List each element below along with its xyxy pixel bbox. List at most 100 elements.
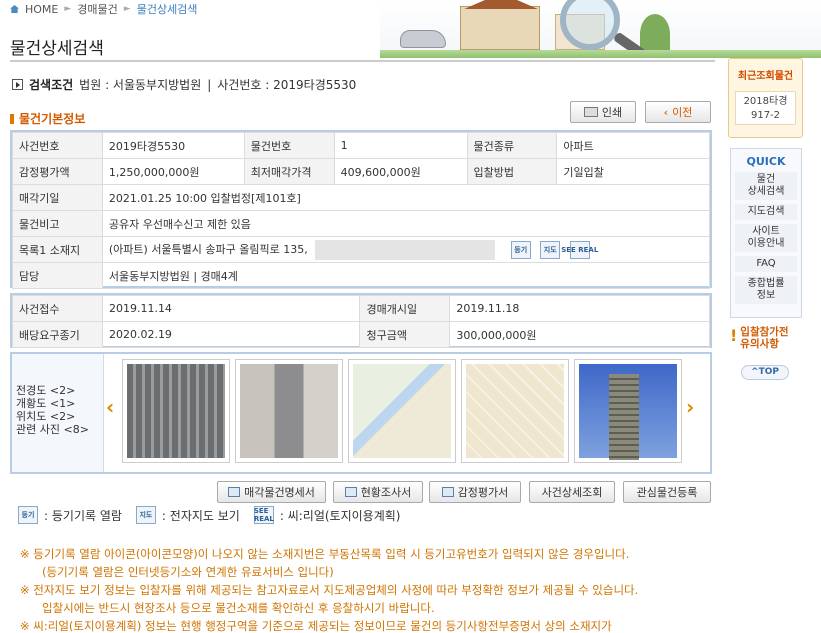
section-title-basic-info: 물건기본정보 bbox=[10, 110, 85, 127]
table-row: 담당 서울동부지방법원 | 경매4계 bbox=[12, 262, 711, 289]
back-label: 이전 bbox=[672, 106, 693, 119]
bid-caution-line: 유의사항 bbox=[740, 338, 779, 350]
legend-map: : 전자지도 보기 bbox=[161, 508, 240, 523]
notice-item: ※ 등기기록 열람 아이콘(아이콘모양)이 나오지 않는 소재지번은 부동산목록… bbox=[20, 547, 630, 561]
quick-item-map-search[interactable]: 지도검색 bbox=[735, 204, 797, 220]
photo-category-list: 전경도 <2> 개황도 <1> 위치도 <2> 관련 사진 <8> bbox=[16, 384, 89, 436]
photo-thumbnail[interactable] bbox=[348, 359, 456, 463]
chevron-left-icon[interactable]: ‹ bbox=[106, 395, 114, 419]
quick-menu: QUICK 물건 상세검색 지도검색 사이트 이용안내 FAQ 종합법률 정보 bbox=[730, 148, 802, 318]
quick-item-site-guide[interactable]: 사이트 이용안내 bbox=[735, 224, 797, 252]
value-manager: 서울동부지방법원 | 경매4계 bbox=[101, 262, 711, 289]
value-start: 2019.11.18 bbox=[449, 295, 710, 322]
value-address: (아파트) 서울특별시 송파구 올림픽로 135, bbox=[108, 242, 308, 256]
photo-category[interactable]: 개황도 <1> bbox=[16, 397, 89, 410]
exclamation-icon: ! bbox=[730, 326, 738, 345]
bid-caution-line: 입찰참가전 bbox=[740, 326, 789, 338]
document-icon bbox=[344, 487, 357, 497]
photo-category[interactable]: 전경도 <2> bbox=[16, 384, 89, 397]
label-sale-date: 매각기일 bbox=[12, 184, 103, 211]
notice-list: ※ 등기기록 열람 아이콘(아이콘모양)이 나오지 않는 소재지번은 부동산목록… bbox=[20, 545, 638, 633]
label-bid-method: 입찰방법 bbox=[466, 158, 558, 185]
label-item-no: 물건번호 bbox=[243, 132, 335, 159]
value-item-no: 1 bbox=[333, 132, 468, 159]
scroll-top-label: TOP bbox=[758, 367, 779, 377]
table-row: 물건비고 공유자 우선매수신고 제한 있음 bbox=[12, 210, 711, 237]
quick-item-faq[interactable]: FAQ bbox=[735, 256, 797, 272]
label-remarks: 물건비고 bbox=[12, 210, 103, 237]
quick-item-legal-info[interactable]: 종합법률 정보 bbox=[735, 276, 797, 304]
recent-item-line: 917-2 bbox=[750, 110, 781, 121]
quick-menu-title: QUICK bbox=[746, 155, 786, 168]
label-claim: 청구금액 bbox=[359, 321, 451, 348]
redacted-address bbox=[315, 239, 496, 260]
photo-category[interactable]: 위치도 <2> bbox=[16, 410, 89, 423]
value-remarks: 공유자 우선매수신고 제한 있음 bbox=[101, 210, 711, 237]
value-dividend: 2020.02.19 bbox=[101, 321, 361, 348]
quick-item-label: 정보 bbox=[756, 290, 776, 301]
back-button[interactable]: ‹ 이전 bbox=[645, 101, 711, 123]
breadcrumb-level1[interactable]: 경매물건 bbox=[77, 1, 117, 17]
breadcrumb-home[interactable]: HOME bbox=[25, 3, 58, 16]
label-manager: 담당 bbox=[12, 262, 103, 289]
search-court: 법원 : 서울동부지방법원 bbox=[79, 78, 202, 92]
home-icon[interactable] bbox=[10, 5, 19, 13]
chevron-right-icon: ► bbox=[64, 4, 72, 14]
recent-item[interactable]: 2018타경 917-2 bbox=[735, 91, 796, 125]
chevron-left-icon: ‹ bbox=[663, 105, 669, 119]
dates-table: 사건접수 2019.11.14 경매개시일 2019.11.18 배당요구종기 … bbox=[12, 295, 710, 348]
quick-item-label: FAQ bbox=[756, 258, 776, 269]
section-title-text: 물건기본정보 bbox=[19, 112, 86, 126]
search-condition-label: 검색조건 bbox=[29, 78, 74, 92]
document-icon bbox=[228, 487, 241, 497]
survey-button[interactable]: 현황조사서 bbox=[333, 481, 423, 503]
label-received: 사건접수 bbox=[12, 295, 103, 322]
map-view-icon[interactable]: 지도 bbox=[540, 240, 561, 259]
seereal-icon[interactable]: SEE REAL bbox=[561, 240, 598, 259]
label-min-price: 최저매각가격 bbox=[243, 158, 335, 185]
value-case-no: 2019타경5530 bbox=[101, 132, 245, 159]
photo-thumbnail[interactable] bbox=[574, 359, 682, 463]
breadcrumb-current: 물건상세검색 bbox=[136, 3, 198, 16]
chevron-right-icon: ► bbox=[123, 4, 131, 14]
photo-category[interactable]: 관련 사진 <8> bbox=[16, 423, 89, 436]
printer-icon bbox=[583, 107, 598, 117]
label-address: 목록1 소재지 bbox=[12, 236, 103, 263]
pencil-icon bbox=[441, 487, 454, 497]
label-case-no: 사건번호 bbox=[12, 132, 103, 159]
map-view-icon: 지도 bbox=[135, 506, 156, 524]
quick-item-label: 물건 bbox=[756, 174, 776, 185]
photo-thumbnail[interactable] bbox=[122, 359, 230, 463]
appraisal-label: 감정평가서 bbox=[457, 486, 509, 499]
chevron-right-icon[interactable]: › bbox=[686, 395, 694, 419]
bid-caution-link[interactable]: ! 입찰참가전 유의사항 bbox=[730, 326, 789, 350]
quick-item-label: 사이트 bbox=[752, 226, 780, 237]
appraisal-button[interactable]: 감정평가서 bbox=[429, 481, 521, 503]
registry-view-icon[interactable]: 등기 bbox=[510, 240, 531, 259]
value-claim: 300,000,000원 bbox=[449, 321, 710, 348]
table-row: 감정평가액 1,250,000,000원 최저매각가격 409,600,000원… bbox=[12, 158, 710, 185]
print-button[interactable]: 인쇄 bbox=[570, 101, 636, 123]
value-sale-date: 2021.01.25 10:00 입찰법정[제101호] bbox=[101, 184, 711, 211]
value-item-type: 아파트 bbox=[556, 132, 710, 159]
basic-info-table: 사건번호 2019타경5530 물건번호 1 물건종류 아파트 감정평가액 1,… bbox=[12, 132, 711, 289]
table-row: 배당요구종기 2020.02.19 청구금액 300,000,000원 bbox=[12, 321, 710, 348]
seereal-icon: SEE REAL bbox=[253, 506, 274, 524]
icon-legend: 등기 : 등기기록 열람 지도 : 전자지도 보기 SEE REAL : 씨:리… bbox=[18, 506, 400, 524]
photo-thumbnail[interactable] bbox=[461, 359, 569, 463]
print-label: 인쇄 bbox=[601, 106, 623, 119]
notice-item: 입찰시에는 반드시 현장조사 등으로 물건소재를 확인하신 후 응찰하시기 바랍… bbox=[42, 601, 435, 615]
quick-item-label: 종합법률 bbox=[747, 278, 785, 289]
quick-item-detail-search[interactable]: 물건 상세검색 bbox=[735, 172, 797, 200]
label-start: 경매개시일 bbox=[359, 295, 451, 322]
sale-statement-button[interactable]: 매각물건명세서 bbox=[217, 481, 326, 503]
scroll-top-button[interactable]: ^TOP bbox=[741, 365, 789, 380]
table-row: 사건번호 2019타경5530 물건번호 1 물건종류 아파트 bbox=[12, 132, 710, 159]
notice-item: ※ 전자지도 보기 정보는 입찰자를 위해 제공되는 참고자료로서 지도제공업체… bbox=[20, 583, 639, 597]
value-received: 2019.11.14 bbox=[101, 295, 361, 322]
legend-registry: : 등기기록 열람 bbox=[44, 508, 122, 523]
photo-thumbnail[interactable] bbox=[235, 359, 343, 463]
watch-item-button[interactable]: 관심물건등록 bbox=[623, 481, 711, 503]
case-detail-button[interactable]: 사건상세조회 bbox=[529, 481, 615, 503]
label-dividend: 배당요구종기 bbox=[12, 321, 103, 348]
